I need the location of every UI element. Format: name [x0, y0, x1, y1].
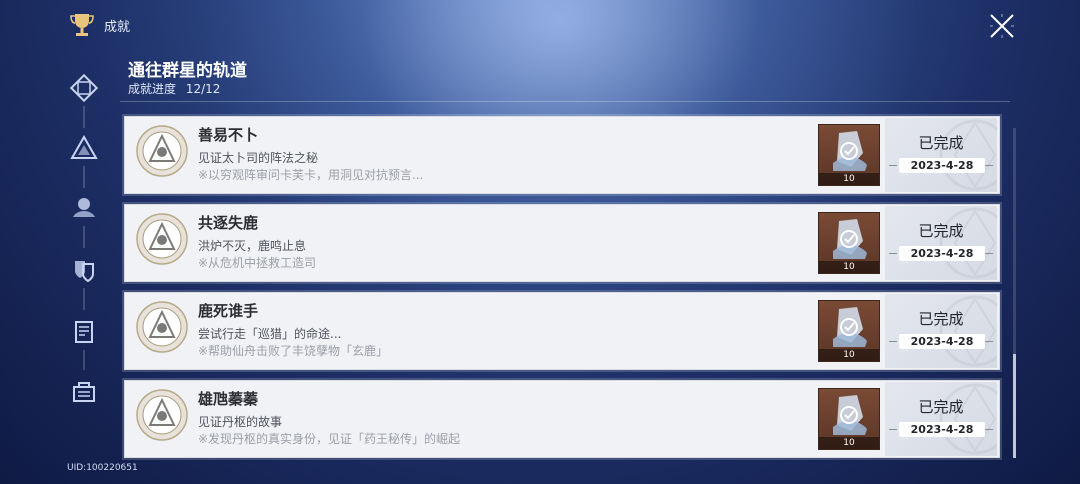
achievement-hint: ※帮助仙舟击败了丰饶孽物「玄鹿」 [198, 344, 389, 358]
top-bar: 成就 [70, 10, 130, 40]
reward-count: 10 [819, 173, 879, 185]
achievement-name: 雄虺蓁蓁 [198, 390, 259, 408]
achievement-name: 共逐失鹿 [198, 214, 259, 232]
completion-date: 2023-4-28 [899, 334, 985, 349]
background-emblem-icon [939, 383, 997, 455]
achievement-hint: ※发现丹枢的真实身份，见证「药王秘传」的崛起 [198, 432, 461, 446]
stellar-jade-reward-icon [833, 131, 867, 171]
status-text: 已完成 [918, 398, 964, 416]
uid-label: UID:100220651 [67, 463, 138, 473]
reward-item[interactable]: 10 [818, 124, 880, 186]
header-divider [120, 101, 1010, 102]
sidebar-connector [83, 288, 85, 310]
completion-status: 已完成 2023-4-28 [885, 206, 997, 280]
achievement-card[interactable]: 鹿死谁手 尝试行走「巡猎」的命途... ※帮助仙舟击败了丰饶孽物「玄鹿」 10 … [124, 292, 1000, 370]
completion-status: 已完成 2023-4-28 [885, 118, 997, 192]
sidebar-connector [83, 350, 85, 370]
date-dash [889, 341, 897, 342]
progress-label: 成就进度 [128, 82, 177, 96]
achievement-badge-icon [136, 125, 188, 177]
achievement-category-1-icon [69, 73, 99, 103]
achievement-description: 见证丹枢的故事 [198, 415, 283, 429]
achievement-category-5-icon [75, 321, 93, 343]
achievement-name: 鹿死谁手 [198, 302, 259, 320]
sidebar-category-4[interactable] [64, 250, 104, 290]
sidebar-connector [83, 166, 85, 188]
close-icon[interactable] [988, 12, 1016, 40]
date-dash [985, 165, 993, 166]
completion-status: 已完成 2023-4-28 [885, 294, 997, 368]
date-dash [889, 253, 897, 254]
achievement-description: 见证太卜司的阵法之秘 [198, 151, 319, 165]
achievement-card[interactable]: 善易不卜 见证太卜司的阵法之秘 ※以穷观阵审问卡芙卡，用洞见对抗预言... 10… [124, 116, 1000, 194]
sidebar-category-3[interactable] [64, 188, 104, 228]
achievement-description: 尝试行走「巡猎」的命途... [198, 327, 342, 341]
sidebar-connector [83, 226, 85, 248]
completion-date: 2023-4-28 [899, 158, 985, 173]
status-text: 已完成 [918, 222, 964, 240]
achievement-badge-icon [136, 301, 188, 353]
reward-count: 10 [819, 261, 879, 273]
background-emblem-icon [939, 119, 997, 191]
reward-item[interactable]: 10 [818, 300, 880, 362]
stellar-jade-reward-icon [833, 395, 867, 435]
achievement-card[interactable]: 共逐失鹿 洪炉不灭，鹿鸣止息 ※从危机中拯救工造司 10 已完成 2023-4-… [124, 204, 1000, 282]
date-dash [889, 165, 897, 166]
achievement-category-2-icon [70, 134, 98, 159]
completion-date: 2023-4-28 [899, 422, 985, 437]
reward-item[interactable]: 10 [818, 388, 880, 450]
date-dash [889, 429, 897, 430]
scrollbar-thumb[interactable] [1013, 354, 1016, 458]
reward-count: 10 [819, 349, 879, 361]
achievement-progress: 成就进度 12/12 [128, 80, 220, 97]
achievement-category-3-icon [73, 198, 95, 217]
sidebar-category-2[interactable] [64, 128, 104, 168]
progress-value: 12/12 [185, 82, 221, 96]
section-title: 通往群星的轨道 [128, 61, 247, 81]
background-emblem-icon [939, 295, 997, 367]
stellar-jade-reward-icon [833, 307, 867, 347]
reward-count: 10 [819, 437, 879, 449]
status-text: 已完成 [918, 310, 964, 328]
sidebar-category-1[interactable] [64, 68, 104, 108]
date-dash [985, 341, 993, 342]
background-emblem-icon [939, 207, 997, 279]
reward-item[interactable]: 10 [818, 212, 880, 274]
sidebar-connector [83, 106, 85, 128]
status-text: 已完成 [918, 134, 964, 152]
sidebar-category-5[interactable] [64, 312, 104, 352]
achievement-card[interactable]: 雄虺蓁蓁 见证丹枢的故事 ※发现丹枢的真实身份，见证「药王秘传」的崛起 10 已… [124, 380, 1000, 458]
date-dash [985, 429, 993, 430]
scrollbar[interactable] [1013, 128, 1016, 458]
completion-status: 已完成 2023-4-28 [885, 382, 997, 456]
sidebar-category-6[interactable] [64, 372, 104, 412]
trophy-icon [70, 14, 94, 36]
achievement-hint: ※以穷观阵审问卡芙卡，用洞见对抗预言... [198, 168, 424, 182]
achievement-description: 洪炉不灭，鹿鸣止息 [198, 239, 307, 253]
date-dash [985, 253, 993, 254]
stellar-jade-reward-icon [833, 219, 867, 259]
achievement-name: 善易不卜 [198, 126, 259, 144]
achievement-hint: ※从危机中拯救工造司 [198, 256, 317, 270]
achievement-category-6-icon [73, 382, 95, 402]
achievement-category-4-icon [75, 261, 94, 283]
achievement-badge-icon [136, 213, 188, 265]
page-title: 成就 [104, 19, 131, 35]
completion-date: 2023-4-28 [899, 246, 985, 261]
achievement-badge-icon [136, 389, 188, 441]
